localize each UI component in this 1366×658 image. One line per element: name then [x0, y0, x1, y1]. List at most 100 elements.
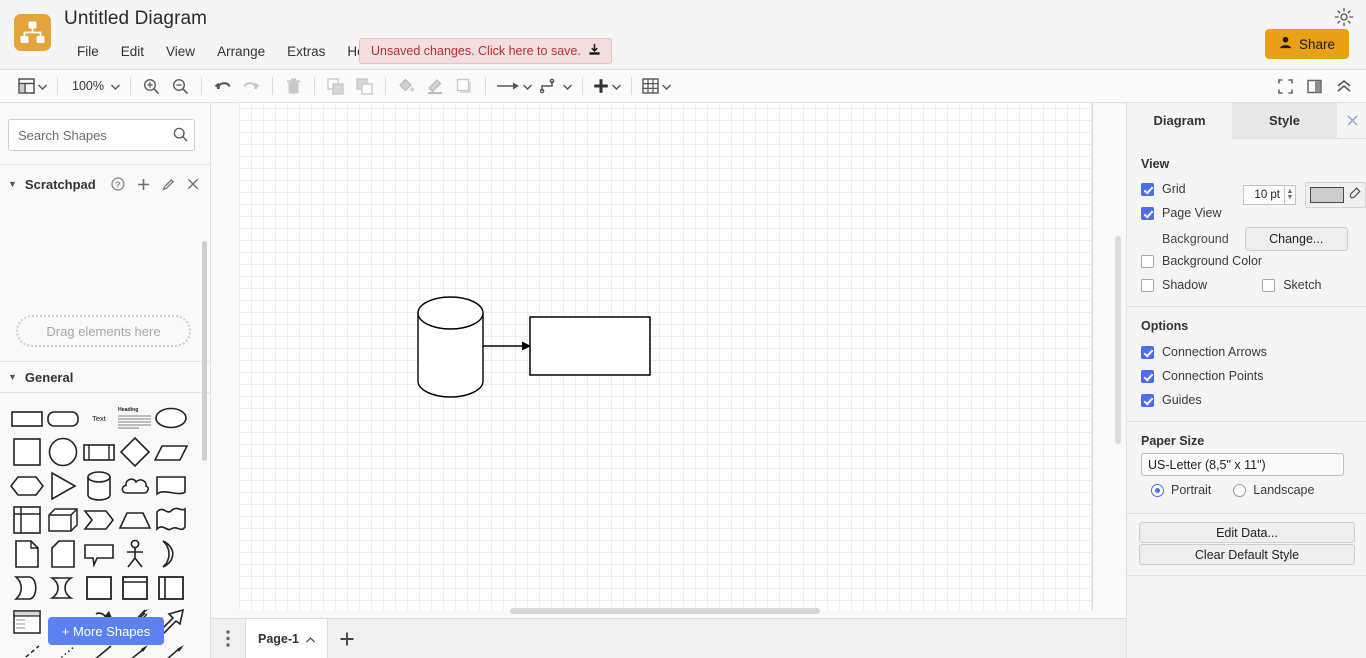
edge-style-icon[interactable] — [538, 74, 574, 99]
hexagon-shape[interactable] — [10, 469, 44, 503]
grid-size-stepper[interactable]: ▲ ▼ — [1285, 185, 1296, 205]
collapse-chevrons-icon[interactable] — [1331, 74, 1356, 99]
document-shape[interactable] — [154, 469, 188, 503]
ellipse-shape[interactable] — [154, 401, 188, 435]
canvas-vertical-scrollbar[interactable] — [1115, 236, 1121, 444]
brightness-sun-icon[interactable] — [1334, 7, 1354, 32]
grid-checkbox[interactable] — [1141, 182, 1154, 196]
format-panel: Diagram Style View Grid ▲ ▼ — [1126, 103, 1366, 658]
paper-size-select-wrap: US-Letter (8,5" x 11") — [1127, 453, 1366, 476]
landscape-label: Landscape — [1253, 483, 1315, 497]
connection-arrows-checkbox[interactable] — [1141, 345, 1154, 359]
sidebar-scrollbar[interactable] — [202, 241, 207, 461]
menu-view[interactable]: View — [155, 41, 206, 63]
shadow-checkbox[interactable] — [1141, 278, 1154, 292]
undo-icon[interactable] — [210, 74, 235, 99]
close-format-panel-icon[interactable] — [1337, 103, 1366, 139]
scratchpad-section-header[interactable]: ▼ Scratchpad ? — [0, 171, 210, 197]
cloud-shape[interactable] — [118, 469, 152, 503]
fullscreen-icon[interactable] — [1273, 74, 1298, 99]
dashed-line-shape[interactable] — [10, 639, 44, 658]
vertical-container-shape[interactable] — [118, 571, 152, 605]
data-storage-shape[interactable] — [10, 571, 44, 605]
plus-insert-icon[interactable] — [591, 74, 623, 99]
toggle-format-panel-icon[interactable] — [1302, 74, 1327, 99]
trapezoid-shape[interactable] — [118, 503, 152, 537]
or-shape[interactable] — [154, 537, 188, 571]
clear-default-style-button[interactable]: Clear Default Style — [1139, 544, 1355, 565]
rectangle-shape[interactable] — [10, 401, 44, 435]
internal-storage-shape[interactable] — [10, 503, 44, 537]
table-grid-icon[interactable] — [640, 74, 673, 99]
zoom-out-icon[interactable] — [168, 74, 193, 99]
container-shape[interactable] — [82, 571, 116, 605]
layout-panes-icon[interactable] — [16, 74, 49, 99]
callout-shape[interactable] — [82, 537, 116, 571]
zoom-in-icon[interactable] — [139, 74, 164, 99]
portrait-radio[interactable] — [1151, 483, 1164, 497]
tab-style[interactable]: Style — [1232, 103, 1337, 139]
square-shape[interactable] — [10, 435, 44, 469]
chevron-up-icon[interactable] — [306, 632, 315, 646]
horizontal-pool-shape[interactable] — [154, 571, 188, 605]
connection-points-row: Connection Points — [1141, 369, 1263, 383]
background-color-row: Background Color — [1141, 254, 1262, 268]
grid-color-swatch[interactable] — [1310, 187, 1344, 203]
search-icon[interactable] — [173, 127, 188, 147]
document-title[interactable]: Untitled Diagram — [64, 8, 207, 30]
search-shapes-input[interactable] — [8, 119, 195, 151]
share-button[interactable]: Share — [1264, 29, 1349, 59]
guides-checkbox[interactable] — [1141, 393, 1154, 407]
text-shape[interactable]: Text — [82, 401, 116, 435]
more-shapes-button[interactable]: + More Shapes — [48, 617, 164, 645]
paper-size-select[interactable]: US-Letter (8,5" x 11") — [1141, 453, 1344, 476]
help-circle-icon[interactable]: ? — [111, 177, 125, 191]
page-view-checkbox[interactable] — [1141, 206, 1154, 220]
menu-file[interactable]: File — [66, 41, 110, 63]
parallelogram-shape[interactable] — [154, 435, 188, 469]
page-tab-page-1[interactable]: Page-1 — [245, 619, 328, 658]
grid-size-input[interactable] — [1243, 185, 1285, 205]
list-shape[interactable] — [10, 605, 44, 639]
card-shape[interactable] — [46, 537, 80, 571]
add-scratchpad-icon[interactable] — [137, 177, 150, 191]
connection-points-checkbox[interactable] — [1141, 369, 1154, 383]
close-scratchpad-icon[interactable] — [187, 177, 199, 191]
add-page-icon[interactable] — [328, 619, 366, 658]
background-row: Background Change... — [1141, 227, 1348, 251]
textbox-heading-shape[interactable]: Heading — [118, 401, 152, 435]
canvas-horizontal-scrollbar[interactable] — [510, 608, 820, 614]
options-section-title: Options — [1141, 319, 1189, 333]
edit-data-button[interactable]: Edit Data... — [1139, 522, 1355, 543]
diamond-shape[interactable] — [118, 435, 152, 469]
scratchpad-dropzone[interactable]: Drag elements here — [16, 315, 191, 347]
vertical-dots-icon[interactable] — [211, 619, 245, 658]
eyedropper-icon[interactable] — [1349, 186, 1361, 204]
actor-shape[interactable] — [118, 537, 152, 571]
arrow-connection-icon[interactable] — [494, 74, 534, 99]
sketch-checkbox[interactable] — [1262, 278, 1276, 292]
cylinder-shape[interactable] — [82, 469, 116, 503]
background-change-button[interactable]: Change... — [1244, 227, 1348, 251]
step-shape[interactable] — [82, 503, 116, 537]
menu-edit[interactable]: Edit — [110, 41, 155, 63]
diagram-canvas[interactable] — [211, 103, 1126, 618]
note-shape[interactable] — [10, 537, 44, 571]
delay-shape[interactable] — [46, 571, 80, 605]
background-color-checkbox[interactable] — [1141, 254, 1154, 268]
tab-diagram[interactable]: Diagram — [1127, 103, 1232, 139]
rounded-rectangle-shape[interactable] — [46, 401, 80, 435]
general-section-header[interactable]: ▼ General — [0, 364, 210, 390]
landscape-radio[interactable] — [1233, 483, 1247, 497]
zoom-level-button[interactable]: 100% — [66, 74, 122, 99]
edit-scratchpad-icon[interactable] — [162, 177, 175, 191]
unsaved-changes-banner[interactable]: Unsaved changes. Click here to save. — [359, 38, 612, 64]
process-shape[interactable] — [82, 435, 116, 469]
menu-extras[interactable]: Extras — [276, 41, 336, 63]
triangle-shape[interactable] — [46, 469, 80, 503]
orientation-row: Portrait Landscape — [1141, 483, 1314, 497]
tape-shape[interactable] — [154, 503, 188, 537]
menu-arrange[interactable]: Arrange — [206, 41, 276, 63]
cube-shape[interactable] — [46, 503, 80, 537]
circle-shape[interactable] — [46, 435, 80, 469]
